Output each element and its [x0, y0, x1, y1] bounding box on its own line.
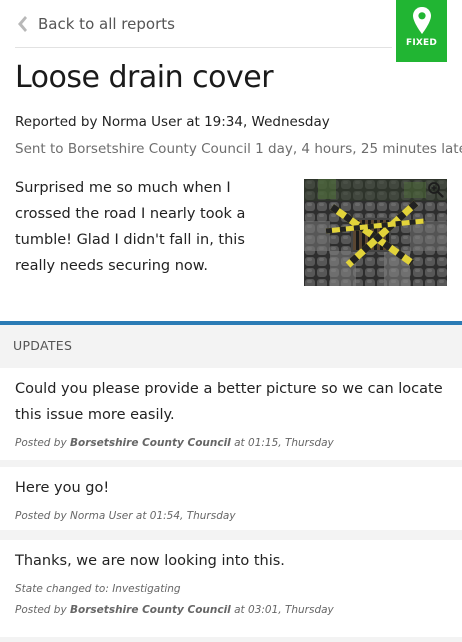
update-posted-meta: Posted by Borsetshire County Council at … [15, 437, 334, 449]
update-author: Borsetshire County Council [70, 604, 231, 616]
map-pin-icon [412, 7, 431, 34]
update-text: Could you please provide a better pictur… [15, 381, 443, 423]
update-item: Could you please provide a better pictur… [0, 368, 462, 460]
report-photo[interactable] [304, 179, 447, 286]
update-text: Thanks, we are now looking into this. [15, 553, 285, 569]
state-label: FIXED [405, 38, 438, 48]
update-state-change: State changed to: Investigating [15, 583, 181, 595]
drain-photo-image [304, 179, 447, 286]
update-posted-meta: Posted by Norma User at 01:54, Thursday [15, 510, 236, 522]
sent-to-text: Sent to Borsetshire County Council 1 day… [15, 141, 462, 157]
report-title: Loose drain cover [15, 60, 274, 95]
reported-by-text: Reported by Norma User at 19:34, Wednesd… [15, 114, 330, 130]
update-author: Borsetshire County Council [70, 437, 231, 449]
zoom-in-icon[interactable] [427, 181, 444, 198]
updates-section: UPDATES Could you please provide a bette… [0, 321, 462, 642]
nav-divider [15, 47, 392, 48]
report-description: Surprised me so much when I crossed the … [15, 180, 246, 274]
back-link-label: Back to all reports [38, 15, 175, 33]
update-item: Here you go! Posted by Norma User at 01:… [0, 467, 462, 530]
state-badge: FIXED [396, 0, 447, 62]
back-to-reports-link[interactable]: Back to all reports [15, 14, 175, 34]
update-text: Here you go! [15, 480, 110, 496]
update-posted-meta: Posted by Borsetshire County Council at … [15, 604, 334, 616]
update-item: Thanks, we are now looking into this. St… [0, 540, 462, 637]
chevron-left-icon [18, 16, 27, 32]
updates-heading: UPDATES [13, 338, 73, 353]
